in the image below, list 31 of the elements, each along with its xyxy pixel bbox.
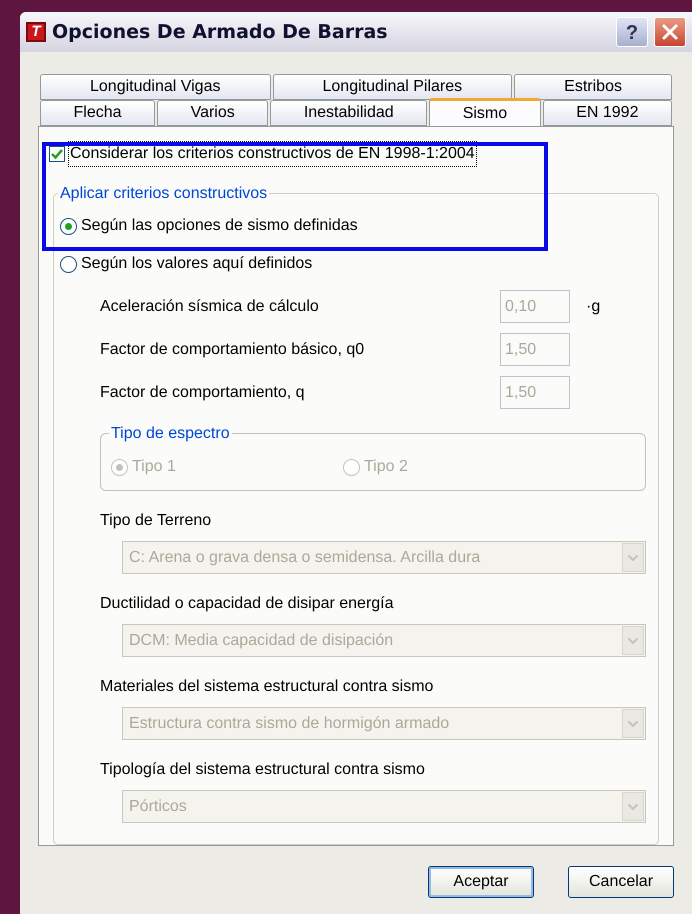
tab[interactable]: Flecha (40, 100, 156, 126)
field-label: Factor de comportamiento, q (100, 382, 306, 402)
tab[interactable]: Sismo (429, 98, 541, 126)
window-title: Opciones De Armado De Barras (52, 20, 389, 45)
radio-button[interactable] (60, 256, 77, 272)
radio-label: Tipo 1 (132, 457, 176, 477)
radio-label: Tipo 2 (364, 457, 408, 477)
radio-label: Según las opciones de sismo definidas (81, 216, 358, 236)
tab[interactable]: Longitudinal Pilares (272, 74, 512, 100)
tab[interactable]: Longitudinal Vigas (40, 74, 270, 100)
checkbox-label: Considerar los criterios constructivos de EN 1998-1:2004 (68, 141, 477, 167)
dialog-button[interactable]: Cancelar (568, 866, 674, 898)
radio-label: Según los valores aquí definidos (81, 254, 312, 274)
tab[interactable]: Estribos (514, 74, 672, 100)
dialog-button[interactable]: Aceptar (428, 866, 534, 898)
tab[interactable]: Inestabilidad (270, 100, 428, 126)
select-label: Materiales del sistema estructural contra sismo (100, 677, 434, 697)
tab[interactable]: Varios (157, 100, 268, 126)
help-button[interactable]: ? (616, 17, 648, 47)
field-label: Factor de comportamiento básico, q0 (100, 340, 366, 360)
select-label: Tipo de Terreno (100, 511, 212, 531)
unit-label: ·g (586, 298, 600, 314)
select-label: Tipología del sistema estructural contra sismo (100, 760, 426, 780)
tab[interactable]: EN 1992 (542, 100, 672, 126)
app-logo: T (26, 22, 46, 42)
select-label: Ductilidad o capacidad de disipar energía (100, 594, 395, 614)
radio-button[interactable] (60, 218, 77, 234)
check-icon (51, 148, 63, 160)
field-label: Aceleración sísmica de cálculo (100, 296, 320, 316)
close-button[interactable] (654, 17, 686, 47)
checkbox[interactable] (49, 146, 65, 162)
